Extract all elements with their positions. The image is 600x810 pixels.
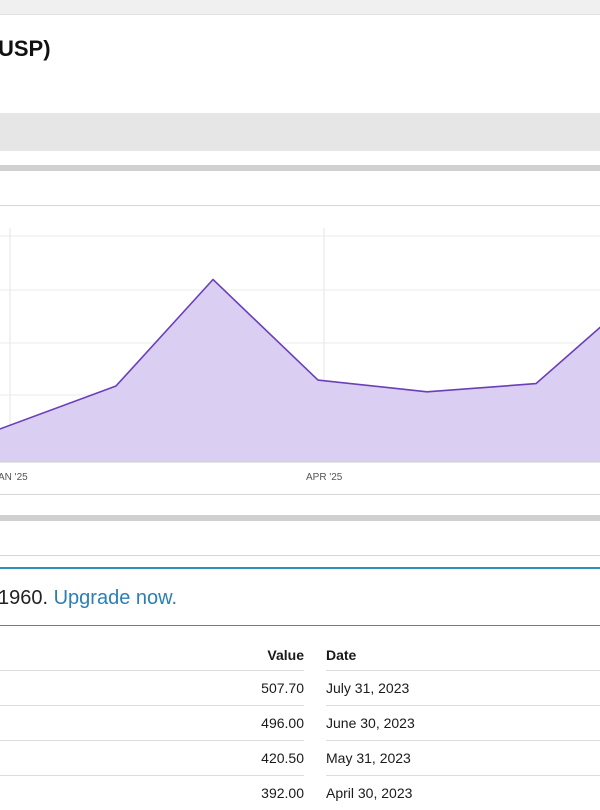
section-divider [0, 515, 600, 521]
top-strip [0, 0, 600, 15]
history-table: Value Date 507.70 July 31, 2023 496.00 J… [0, 640, 600, 810]
column-gap [304, 640, 326, 671]
upgrade-prefix: 1960. [0, 587, 54, 609]
divider-line [0, 555, 600, 556]
column-gap [304, 706, 326, 741]
date-cell: May 31, 2023 [326, 741, 600, 776]
column-gap [304, 776, 326, 810]
area-chart: AN '25 APR '25 [0, 206, 600, 494]
table-row: 420.50 May 31, 2023 [0, 741, 600, 776]
value-cell: 507.70 [0, 671, 304, 706]
table-row: 496.00 June 30, 2023 [0, 706, 600, 741]
table-header-row: Value Date [0, 640, 600, 671]
table-row: 392.00 April 30, 2023 [0, 776, 600, 810]
column-gap [304, 671, 326, 706]
x-tick-label: AN '25 [0, 472, 28, 483]
value-cell: 392.00 [0, 776, 304, 810]
value-cell: 420.50 [0, 741, 304, 776]
area-fill [0, 279, 600, 462]
date-cell: June 30, 2023 [326, 706, 600, 741]
page-title: USP) [0, 36, 51, 62]
section-divider [0, 165, 600, 171]
date-cell: April 30, 2023 [326, 776, 600, 810]
column-gap [304, 741, 326, 776]
toolbar-bar [0, 113, 600, 151]
date-cell: July 31, 2023 [326, 671, 600, 706]
table-row: 507.70 July 31, 2023 [0, 671, 600, 706]
chart-panel: AN '25 APR '25 [0, 205, 600, 495]
upgrade-link[interactable]: Upgrade now. [54, 587, 177, 609]
value-cell: 496.00 [0, 706, 304, 741]
date-header: Date [326, 640, 600, 671]
x-tick-label: APR '25 [306, 472, 343, 483]
upgrade-banner: 1960. Upgrade now. [0, 567, 600, 626]
upgrade-message: 1960. Upgrade now. [0, 587, 177, 610]
value-header: Value [0, 640, 304, 671]
